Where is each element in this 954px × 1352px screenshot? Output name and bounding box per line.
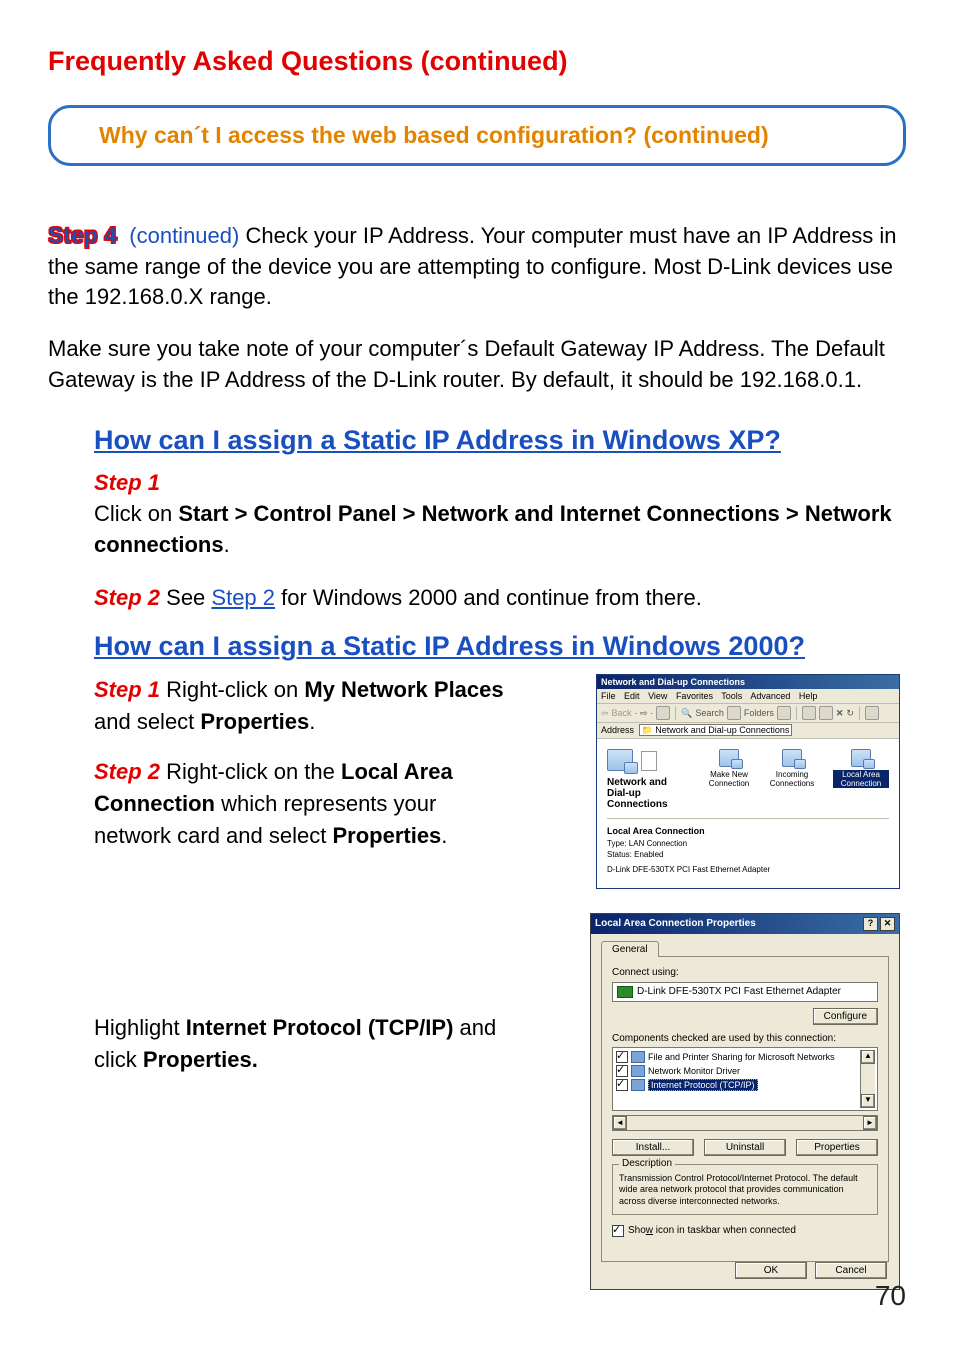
question-box: Why can´t I access the web based configu… — [48, 105, 906, 166]
service-icon — [631, 1051, 645, 1063]
close-button[interactable]: ✕ — [880, 917, 895, 931]
properties-button[interactable]: Properties — [796, 1139, 878, 1156]
xp-step1-label: Step 1 — [94, 470, 160, 495]
configure-button[interactable]: Configure — [813, 1008, 878, 1025]
w2k-step1-label: Step 1 — [94, 677, 160, 702]
components-label: Components checked are used by this conn… — [612, 1033, 878, 1044]
copy-icon[interactable] — [819, 706, 833, 720]
up-icon[interactable] — [656, 706, 670, 720]
xp-heading-link[interactable]: How can I assign a Static IP Address in … — [94, 425, 781, 455]
checkbox-icon[interactable] — [616, 1065, 628, 1077]
menu-tools[interactable]: Tools — [721, 691, 742, 701]
lac-details: Local Area Connection Type: LAN Connecti… — [607, 825, 889, 875]
w2k-step1-block: Step 1 Right-click on My Network Places … — [94, 674, 504, 738]
connect-using-label: Connect using: — [612, 967, 878, 978]
local-area-connection[interactable]: Local Area Connection — [833, 749, 889, 788]
connection-icon — [851, 749, 871, 767]
explorer-titlebar: Network and Dial-up Connections — [597, 675, 899, 689]
w2k-heading-link[interactable]: How can I assign a Static IP Address in … — [94, 631, 805, 661]
explorer-toolbar[interactable]: ⇦Back · ⇨ · 🔍Search Folders ✕ ↻ — [597, 704, 899, 723]
uninstall-button[interactable]: Uninstall — [704, 1139, 786, 1156]
install-button[interactable]: Install... — [612, 1139, 694, 1156]
cancel-button[interactable]: Cancel — [815, 1262, 887, 1279]
explorer-window: Network and Dial-up Connections File Edi… — [596, 674, 900, 888]
gateway-text: Make sure you take note of your computer… — [48, 334, 906, 395]
w2k-step2-block: Step 2 Right-click on the Local Area Con… — [94, 756, 504, 852]
component-item-tcpip[interactable]: Internet Protocol (TCP/IP) — [615, 1078, 860, 1092]
service-icon — [631, 1065, 645, 1077]
xp-step1-pre: Click on — [94, 501, 178, 526]
history-icon[interactable] — [777, 706, 791, 720]
ok-button[interactable]: OK — [735, 1262, 807, 1279]
menu-edit[interactable]: Edit — [624, 691, 640, 701]
xp-step1-bold: Start > Control Panel > Network and Inte… — [94, 501, 892, 557]
checkbox-icon[interactable] — [616, 1051, 628, 1063]
adapter-box: D-Link DFE-530TX PCI Fast Ethernet Adapt… — [612, 982, 878, 1002]
nic-icon — [617, 986, 633, 998]
page-number: 70 — [875, 1280, 906, 1312]
highlight-block: Highlight Internet Protocol (TCP/IP) and… — [94, 1012, 504, 1076]
w2k-step2-label: Step 2 — [94, 759, 160, 784]
description-label: Description — [619, 1158, 675, 1169]
xp-step2-label: Step 2 — [94, 585, 160, 610]
explorer-menu[interactable]: File Edit View Favorites Tools Advanced … — [597, 689, 899, 704]
address-bar[interactable]: Address 📁 Network and Dial-up Connection… — [597, 723, 899, 739]
incoming-connections[interactable]: Incoming Connections — [767, 749, 817, 788]
menu-help[interactable]: Help — [799, 691, 818, 701]
connection-icon — [782, 749, 802, 767]
menu-advanced[interactable]: Advanced — [750, 691, 790, 701]
checkbox-icon[interactable] — [616, 1079, 628, 1091]
network-icon — [607, 749, 633, 771]
menu-favorites[interactable]: Favorites — [676, 691, 713, 701]
components-list[interactable]: File and Printer Sharing for Microsoft N… — [612, 1047, 878, 1111]
horizontal-scrollbar[interactable]: ◄ ► — [612, 1115, 878, 1131]
move-icon[interactable] — [802, 706, 816, 720]
folders-icon[interactable] — [727, 706, 741, 720]
vertical-scrollbar[interactable]: ▲ ▼ — [860, 1050, 875, 1108]
protocol-icon — [631, 1079, 645, 1091]
tab-general[interactable]: General — [601, 941, 659, 957]
make-new-connection[interactable]: Make New Connection — [707, 749, 751, 788]
lac-properties-dialog: Local Area Connection Properties ? ✕ Gen… — [590, 913, 900, 1290]
show-icon-label: Show icon in taskbar when connected — [628, 1225, 796, 1236]
views-icon[interactable] — [865, 706, 879, 720]
xp-step1-post: . — [224, 532, 230, 557]
help-button[interactable]: ? — [863, 917, 878, 931]
step4-label: Step 4 — [48, 222, 117, 248]
menu-view[interactable]: View — [648, 691, 667, 701]
component-item[interactable]: File and Printer Sharing for Microsoft N… — [615, 1050, 860, 1064]
xp-step2-pre: See — [160, 585, 211, 610]
scroll-down-icon[interactable]: ▼ — [861, 1094, 875, 1108]
page-title: Frequently Asked Questions (continued) — [48, 46, 906, 77]
scroll-right-icon[interactable]: ► — [863, 1116, 877, 1130]
connection-icon — [719, 749, 739, 767]
question-text: Why can´t I access the web based configu… — [99, 122, 769, 148]
scroll-up-icon[interactable]: ▲ — [861, 1050, 875, 1064]
xp-step2-post: for Windows 2000 and continue from there… — [275, 585, 702, 610]
menu-file[interactable]: File — [601, 691, 616, 701]
scroll-left-icon[interactable]: ◄ — [613, 1116, 627, 1130]
step4-continued: (continued) — [129, 223, 239, 248]
description-text: Transmission Control Protocol/Internet P… — [619, 1173, 871, 1208]
show-icon-checkbox[interactable] — [612, 1225, 624, 1237]
step4-block: Step 4 (continued) Check your IP Address… — [48, 220, 906, 312]
component-item[interactable]: Network Monitor Driver — [615, 1064, 860, 1078]
xp-step2-link[interactable]: Step 2 — [211, 585, 275, 610]
dialog-title: Local Area Connection Properties — [595, 918, 756, 929]
document-icon — [641, 751, 657, 771]
nd-title: Network and Dial-up Connections — [607, 777, 691, 810]
